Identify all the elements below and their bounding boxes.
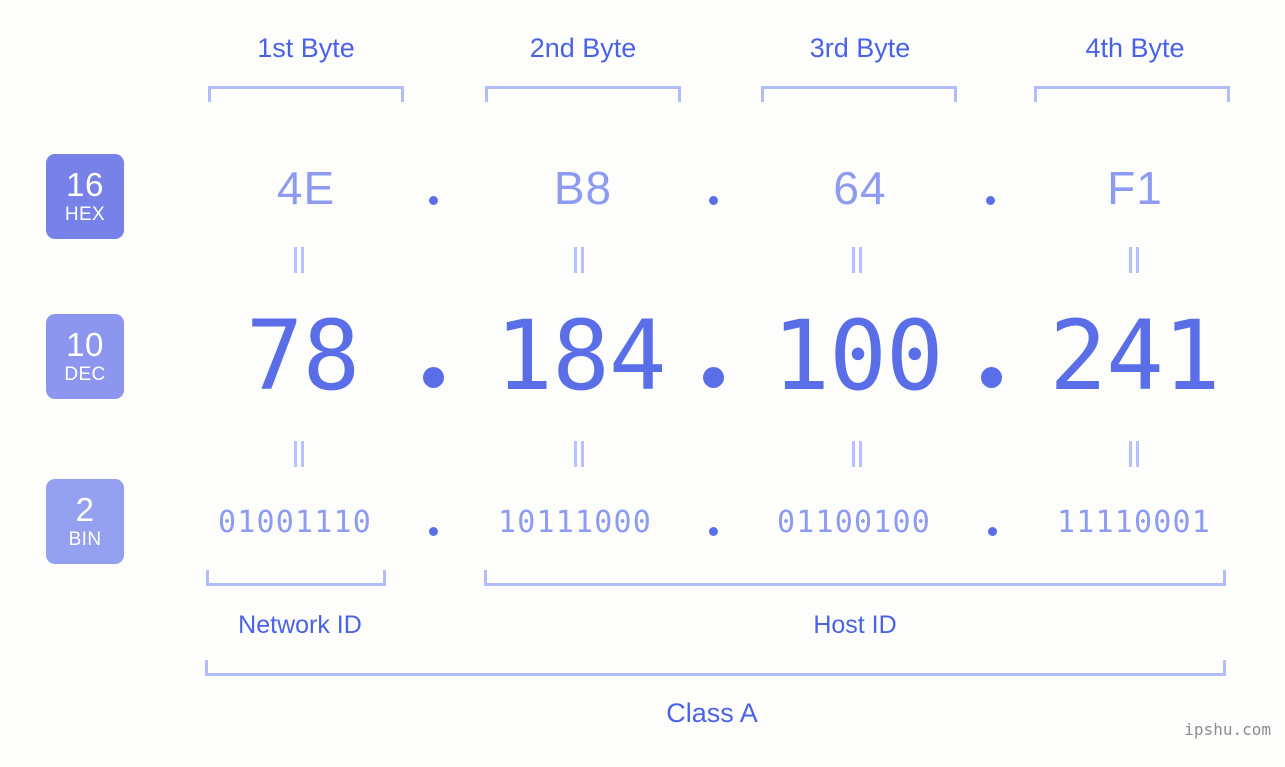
dec-byte-4: 241 <box>1049 300 1220 412</box>
byte-bracket-3 <box>761 86 957 102</box>
watermark-ipshu: ipshu.com <box>1184 720 1271 739</box>
equals-mark-hex-dec-3 <box>851 247 864 273</box>
equals-mark-hex-dec-1 <box>293 247 306 273</box>
equals-mark-hex-dec-2 <box>573 247 586 273</box>
class-label: Class A <box>666 698 758 728</box>
host-id-label: Host ID <box>813 611 897 639</box>
radix-badge-bin: 2 BIN <box>46 479 124 564</box>
byte-bracket-4 <box>1034 86 1230 102</box>
ip-address-breakdown-diagram: 1st Byte 2nd Byte 3rd Byte 4th Byte 16 H… <box>0 0 1285 767</box>
bin-byte-1: 01001110 <box>217 505 373 540</box>
byte-header-4: 4th Byte <box>1085 33 1185 63</box>
byte-header-2: 2nd Byte <box>529 33 637 63</box>
radix-badge-dec-label: DEC <box>64 363 106 385</box>
equals-mark-dec-bin-3 <box>851 441 864 467</box>
radix-badge-dec: 10 DEC <box>46 314 124 399</box>
byte-header-1: 1st Byte <box>257 33 355 63</box>
radix-badge-bin-label: BIN <box>68 528 102 550</box>
radix-badge-hex: 16 HEX <box>46 154 124 239</box>
hex-byte-3: 64 <box>833 162 887 214</box>
bin-byte-3: 01100100 <box>776 505 932 540</box>
bin-separator-dot-2 <box>709 527 718 536</box>
hex-separator-dot-1 <box>429 196 438 205</box>
dec-byte-2: 184 <box>495 300 666 412</box>
hex-byte-1: 4E <box>276 162 336 214</box>
bin-byte-4: 11110001 <box>1056 505 1212 540</box>
hex-byte-2: B8 <box>553 162 613 214</box>
byte-bracket-1 <box>208 86 404 102</box>
dec-byte-3: 100 <box>772 300 943 412</box>
byte-header-3: 3rd Byte <box>809 33 911 63</box>
class-bracket <box>205 660 1226 676</box>
bin-byte-2: 10111000 <box>497 505 653 540</box>
network-id-bracket <box>206 570 386 586</box>
hex-separator-dot-3 <box>986 196 995 205</box>
radix-badge-hex-label: HEX <box>64 203 106 225</box>
host-id-bracket <box>484 570 1226 586</box>
radix-badge-dec-number: 10 <box>66 325 104 363</box>
equals-mark-dec-bin-1 <box>293 441 306 467</box>
dec-separator-dot-1 <box>423 367 444 388</box>
hex-byte-4: F1 <box>1107 162 1163 214</box>
dec-separator-dot-3 <box>981 367 1002 388</box>
bin-separator-dot-1 <box>429 527 438 536</box>
bin-separator-dot-3 <box>988 527 997 536</box>
dec-separator-dot-2 <box>703 367 724 388</box>
equals-mark-dec-bin-2 <box>573 441 586 467</box>
hex-separator-dot-2 <box>709 196 718 205</box>
equals-mark-hex-dec-4 <box>1128 247 1141 273</box>
byte-bracket-2 <box>485 86 681 102</box>
equals-mark-dec-bin-4 <box>1128 441 1141 467</box>
dec-byte-1: 78 <box>245 300 361 412</box>
network-id-label: Network ID <box>238 611 362 639</box>
radix-badge-bin-number: 2 <box>75 490 95 528</box>
radix-badge-hex-number: 16 <box>66 165 104 203</box>
